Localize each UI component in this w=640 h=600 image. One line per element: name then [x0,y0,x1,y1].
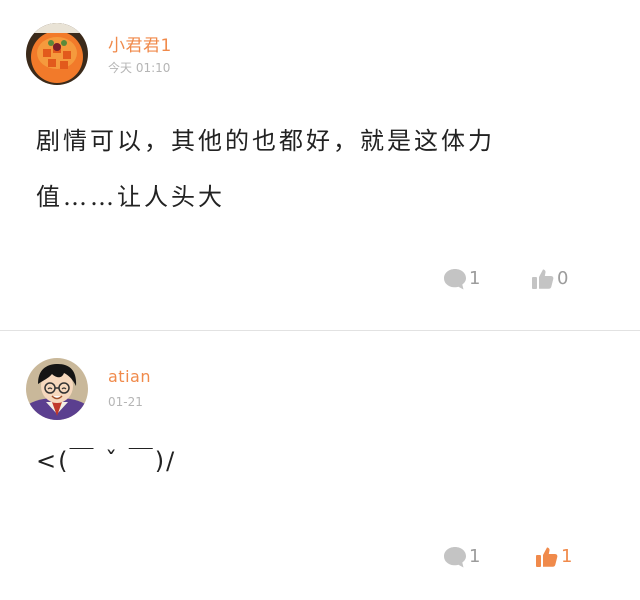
like-button[interactable]: 0 [530,267,568,291]
reply-count: 1 [469,546,481,567]
username[interactable]: atian [108,367,151,386]
speech-bubble-icon [442,545,468,569]
reply-button[interactable]: 1 [442,545,480,569]
food-avatar-icon [26,23,88,85]
comment-text: <(￣ ˇ ￣)/ [36,447,177,475]
timestamp: 今天 01:10 [108,61,171,75]
like-button[interactable]: 1 [534,545,572,569]
comment-item: atian 01-21 <(￣ ˇ ￣)/ 1 1 [0,332,640,600]
speech-bubble-icon [442,267,468,291]
reply-button[interactable]: 1 [442,267,480,291]
comment-item: 小君君1 今天 01:10 剧情可以，其他的也都好，就是这体力 值……让人头大 … [0,0,640,330]
user-avatar[interactable] [26,23,88,85]
timestamp: 01-21 [108,395,143,409]
like-count: 0 [557,268,569,289]
user-avatar[interactable] [26,358,88,420]
thumbs-up-icon [530,267,556,291]
comment-text: 剧情可以，其他的也都好，就是这体力 值……让人头大 [36,127,495,211]
anime-boy-avatar-icon [26,358,88,420]
thumbs-up-icon [534,545,560,569]
reply-count: 1 [469,268,481,289]
comment-feed: 小君君1 今天 01:10 剧情可以，其他的也都好，就是这体力 值……让人头大 … [0,0,640,600]
like-count: 1 [561,546,573,567]
comment-divider [0,330,640,331]
username[interactable]: 小君君1 [108,31,172,56]
